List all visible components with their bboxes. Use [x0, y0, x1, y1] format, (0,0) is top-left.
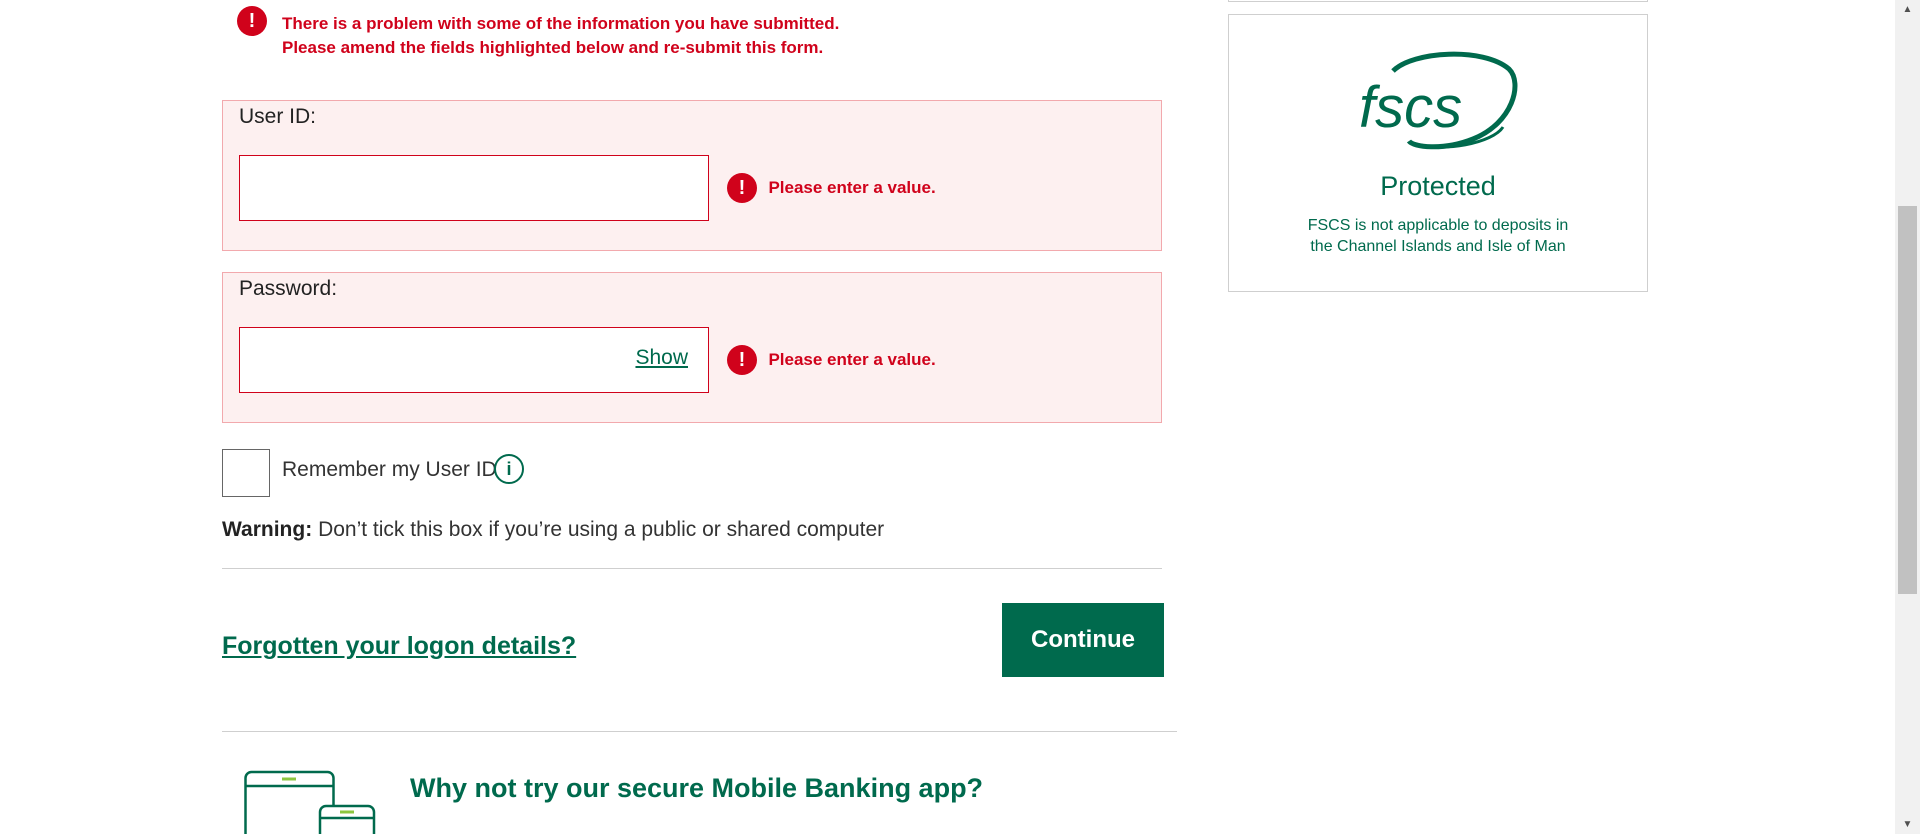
mobile-tablet-icon: [244, 770, 376, 834]
svg-text:fscs: fscs: [1359, 75, 1462, 140]
fscs-logo: fscs: [1359, 51, 1518, 150]
password-label: Password:: [239, 277, 338, 300]
continue-button[interactable]: Continue: [1002, 603, 1164, 677]
remember-user-id-label[interactable]: Remember my User ID: [282, 458, 497, 482]
fscs-panel: fscs Protected FSCS is not applicable to…: [1228, 14, 1648, 292]
divider: [222, 568, 1162, 569]
info-icon[interactable]: i: [494, 454, 524, 484]
vertical-scrollbar[interactable]: ▲ ▼: [1895, 0, 1920, 834]
user-id-error-message: Please enter a value.: [768, 178, 936, 197]
error-summary-line-1: There is a problem with some of the info…: [282, 14, 840, 33]
error-icon: !: [237, 6, 267, 36]
forgotten-logon-link[interactable]: Forgotten your logon details?: [222, 632, 576, 661]
user-id-error: ! Please enter a value.: [727, 173, 936, 203]
fscs-protected-text: Protected: [1380, 171, 1496, 201]
error-summary-line-2: Please amend the fields highlighted belo…: [282, 38, 824, 57]
show-password-link[interactable]: Show: [635, 346, 688, 370]
user-id-label: User ID:: [239, 105, 317, 128]
fscs-note-line-1: FSCS is not applicable to deposits in: [1307, 217, 1569, 234]
user-id-field-group: User ID: ! Please enter a value.: [222, 100, 1162, 251]
sidebar-panel-edge: [1228, 0, 1648, 2]
error-icon: !: [727, 173, 757, 203]
password-field-group: Password: Show ! Please enter a value.: [222, 272, 1162, 423]
remember-user-id-checkbox[interactable]: [222, 449, 270, 497]
fscs-note: FSCS is not applicable to deposits in th…: [1229, 215, 1647, 257]
password-error: ! Please enter a value.: [727, 345, 936, 375]
password-error-message: Please enter a value.: [768, 350, 936, 369]
warning-prefix: Warning:: [222, 518, 313, 541]
user-id-input[interactable]: [239, 155, 709, 221]
password-input[interactable]: Show: [239, 327, 709, 393]
mobile-app-promo-title[interactable]: Why not try our secure Mobile Banking ap…: [410, 773, 983, 804]
error-icon: !: [727, 345, 757, 375]
fscs-note-line-2: the Channel Islands and Isle of Man: [1310, 238, 1566, 255]
scroll-down-arrow-icon[interactable]: ▼: [1895, 819, 1920, 830]
scroll-thumb[interactable]: [1898, 206, 1917, 594]
scroll-up-arrow-icon[interactable]: ▲: [1895, 4, 1920, 15]
warning-message: Don’t tick this box if you’re using a pu…: [318, 518, 885, 541]
divider: [222, 731, 1177, 732]
warning-text: Warning: Don’t tick this box if you’re u…: [222, 518, 884, 542]
